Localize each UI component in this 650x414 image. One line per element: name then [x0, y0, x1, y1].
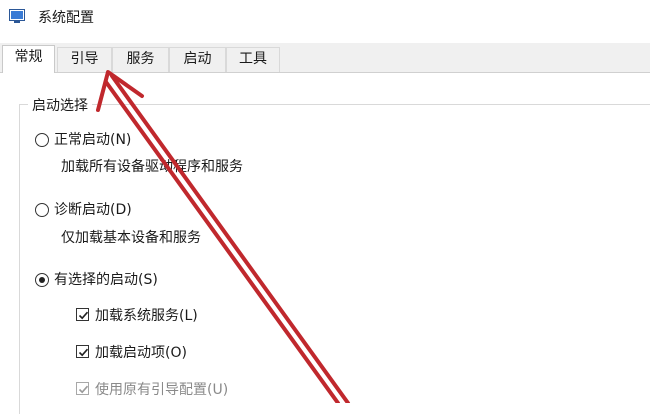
startup-selection-group: [19, 104, 650, 414]
load-system-services-label[interactable]: 加载系统服务(L): [95, 305, 198, 325]
diagnostic-startup-radio[interactable]: [35, 203, 49, 217]
load-system-services-checkbox[interactable]: [76, 308, 89, 321]
tab-general[interactable]: 常规: [2, 45, 55, 73]
use-original-boot-config-checkbox: [76, 382, 89, 395]
checkmark-icon: [78, 311, 89, 320]
system-config-icon: [9, 9, 25, 24]
normal-startup-label[interactable]: 正常启动(N): [54, 129, 131, 149]
checkmark-icon: [78, 348, 89, 357]
load-startup-items-label[interactable]: 加载启动项(O): [95, 342, 187, 362]
diagnostic-startup-description: 仅加载基本设备和服务: [61, 230, 201, 246]
tab-services[interactable]: 服务: [112, 47, 169, 72]
startup-selection-legend: 启动选择: [28, 95, 92, 115]
title-bar: 系统配置: [0, 0, 650, 34]
normal-startup-description: 加载所有设备驱动程序和服务: [61, 159, 243, 175]
selective-startup-label[interactable]: 有选择的启动(S): [54, 269, 158, 289]
checkmark-icon: [78, 385, 89, 394]
tab-startup[interactable]: 启动: [169, 47, 226, 72]
tab-tools[interactable]: 工具: [226, 47, 280, 72]
window-title: 系统配置: [38, 10, 94, 26]
use-original-boot-config-label: 使用原有引导配置(U): [95, 382, 229, 398]
tab-boot[interactable]: 引导: [57, 47, 112, 72]
selective-startup-radio[interactable]: [35, 273, 49, 287]
normal-startup-radio[interactable]: [35, 133, 49, 147]
load-startup-items-checkbox[interactable]: [76, 345, 89, 358]
diagnostic-startup-label[interactable]: 诊断启动(D): [54, 199, 132, 219]
